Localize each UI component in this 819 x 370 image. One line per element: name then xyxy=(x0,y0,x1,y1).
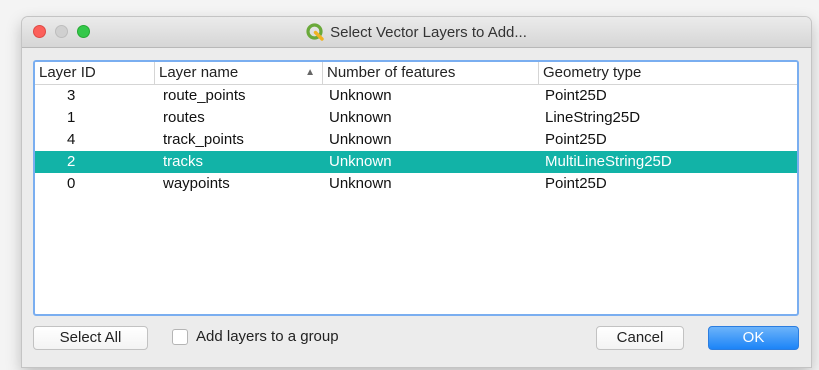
dialog-window: Select Vector Layers to Add... Layer ID … xyxy=(22,17,811,367)
window-title: Select Vector Layers to Add... xyxy=(330,23,527,41)
sort-ascending-icon: ▲ xyxy=(305,67,315,78)
column-header-label: Layer ID xyxy=(39,64,96,81)
cell-geometry-type: Point25D xyxy=(545,87,607,104)
layers-table[interactable]: Layer ID Layer name ▲ Number of features… xyxy=(33,60,799,316)
table-row[interactable]: 1 routes Unknown LineString25D xyxy=(35,107,797,129)
table-row[interactable]: 3 route_points Unknown Point25D xyxy=(35,85,797,107)
add-to-group-label: Add layers to a group xyxy=(196,328,339,345)
column-header-geometry-type[interactable]: Geometry type xyxy=(539,62,797,84)
cell-layer-name: waypoints xyxy=(163,175,230,192)
cell-layer-name: route_points xyxy=(163,87,246,104)
table-row[interactable]: 4 track_points Unknown Point25D xyxy=(35,129,797,151)
window-title-area: Select Vector Layers to Add... xyxy=(22,17,811,47)
title-bar[interactable]: Select Vector Layers to Add... xyxy=(22,17,811,48)
cell-geometry-type: Point25D xyxy=(545,175,607,192)
table-header: Layer ID Layer name ▲ Number of features… xyxy=(35,62,797,85)
column-header-label: Layer name xyxy=(159,64,239,81)
add-to-group-option[interactable]: Add layers to a group xyxy=(172,328,339,345)
cell-layer-name: routes xyxy=(163,109,205,126)
cell-layer-id: 1 xyxy=(67,109,76,126)
cell-feature-count: Unknown xyxy=(329,131,392,148)
cell-layer-id: 0 xyxy=(67,175,76,192)
cell-layer-id: 2 xyxy=(67,153,76,170)
cell-feature-count: Unknown xyxy=(329,153,392,170)
add-to-group-checkbox[interactable] xyxy=(172,328,188,345)
cell-geometry-type: LineString25D xyxy=(545,109,641,126)
table-row[interactable]: 0 waypoints Unknown Point25D xyxy=(35,173,797,195)
cell-layer-id: 4 xyxy=(67,131,76,148)
cell-geometry-type: Point25D xyxy=(545,131,607,148)
cell-feature-count: Unknown xyxy=(329,87,392,104)
column-header-layer-name[interactable]: Layer name ▲ xyxy=(155,62,323,84)
cell-feature-count: Unknown xyxy=(329,175,392,192)
cell-layer-name: track_points xyxy=(163,131,244,148)
qgis-icon xyxy=(306,23,324,41)
button-bar: Select All Add layers to a group Cancel … xyxy=(22,324,811,354)
ok-button[interactable]: OK xyxy=(708,326,799,350)
cell-geometry-type: MultiLineString25D xyxy=(545,153,672,170)
cell-feature-count: Unknown xyxy=(329,109,392,126)
column-header-label: Geometry type xyxy=(543,64,642,81)
column-header-feature-count[interactable]: Number of features xyxy=(323,62,539,84)
table-row-selected[interactable]: 2 tracks Unknown MultiLineString25D xyxy=(35,151,797,173)
column-header-label: Number of features xyxy=(327,64,456,81)
column-header-layer-id[interactable]: Layer ID xyxy=(35,62,155,84)
cancel-button[interactable]: Cancel xyxy=(596,326,684,350)
cell-layer-id: 3 xyxy=(67,87,76,104)
cell-layer-name: tracks xyxy=(163,153,204,170)
select-all-button[interactable]: Select All xyxy=(33,326,148,350)
